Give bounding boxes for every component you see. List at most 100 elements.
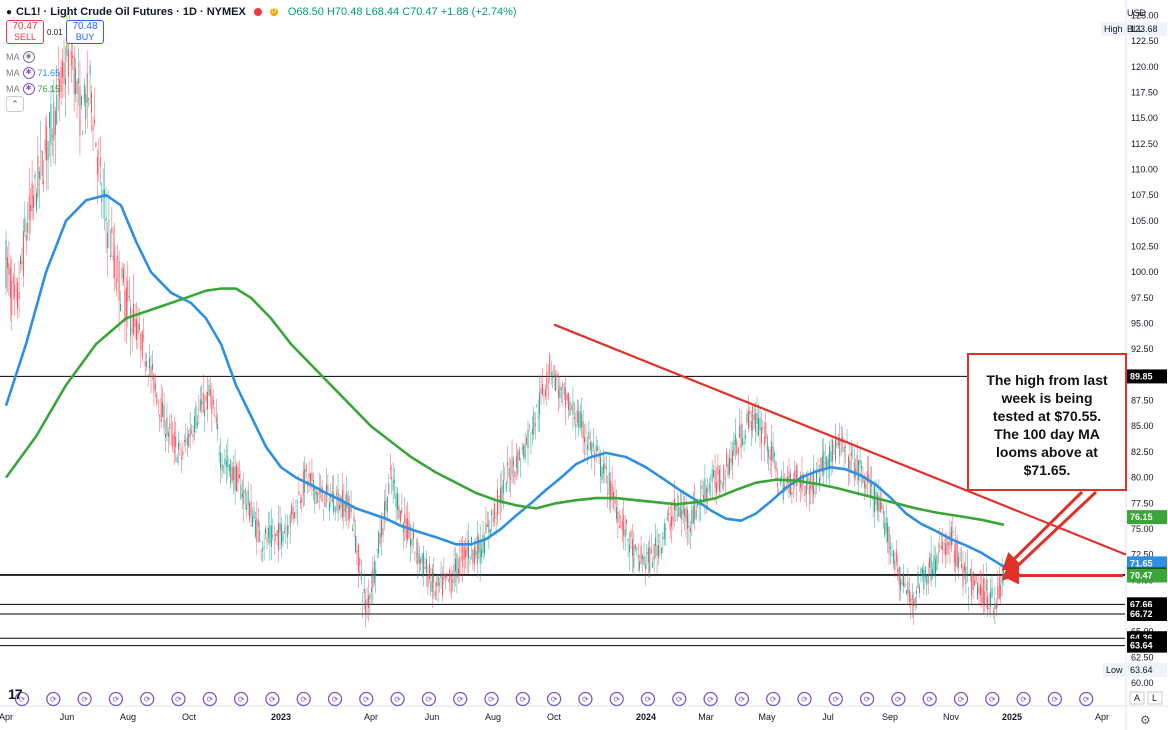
sell-button[interactable]: 70.47 SELL	[6, 20, 44, 44]
candle-body	[147, 375, 149, 376]
settings-icon[interactable]: ✱	[22, 67, 35, 79]
candle-body	[157, 402, 159, 404]
gear-icon[interactable]: ⚙	[1140, 713, 1151, 727]
candle-body	[510, 477, 512, 480]
candle-body	[708, 484, 710, 490]
candle-body	[972, 572, 974, 591]
candle-body	[17, 282, 19, 309]
candle-body	[368, 595, 369, 608]
candle-body	[418, 553, 420, 564]
candle-body	[207, 391, 208, 410]
price-axis-label: 71.65	[1130, 558, 1153, 568]
candle-body	[808, 486, 810, 494]
candle-body	[250, 501, 252, 517]
candle-body	[51, 134, 53, 138]
candle-body	[291, 505, 293, 516]
candle-body	[836, 443, 838, 445]
settings-icon[interactable]: ✱	[22, 83, 35, 95]
candle-body	[5, 239, 7, 289]
candle-body	[356, 550, 358, 553]
candle-body	[410, 538, 411, 547]
candle-body	[759, 418, 761, 431]
candle-body	[858, 460, 860, 481]
candle-body	[384, 501, 385, 518]
candle-body	[755, 412, 757, 433]
candle-body	[137, 322, 139, 335]
candle-body	[897, 568, 899, 577]
currency-selector[interactable]: USD	[1127, 8, 1146, 18]
candle-body	[156, 393, 158, 405]
candle-body	[469, 557, 471, 559]
candle-body	[323, 509, 324, 511]
candle-body	[146, 361, 148, 368]
symbol-title[interactable]: CL1! · Light Crude Oil Futures · 1D · NY…	[16, 6, 246, 18]
candle-body	[795, 465, 797, 487]
candle-body	[555, 375, 556, 392]
candle-body	[302, 471, 304, 496]
candle-body	[239, 474, 240, 479]
candle-body	[949, 532, 951, 549]
indicator-ma-2[interactable]: MA ✱ 71.65	[6, 67, 60, 79]
candle-body	[631, 539, 633, 556]
candle-body	[508, 467, 510, 478]
candle-body	[314, 487, 316, 505]
tradingview-logo[interactable]: 17	[8, 686, 23, 702]
candle-body	[766, 436, 768, 452]
candle-body	[666, 517, 668, 521]
candle-body	[691, 509, 693, 524]
candle-body	[914, 597, 916, 606]
candle-body	[942, 541, 944, 551]
candle-body	[589, 442, 591, 450]
ma100-line	[4, 193, 1005, 568]
collapse-legend-button[interactable]: ⌃	[6, 96, 24, 112]
candle-body	[428, 563, 430, 579]
candle-body	[740, 423, 742, 449]
candle-body	[95, 142, 97, 148]
candle-body	[775, 461, 777, 472]
candle-body	[365, 601, 367, 614]
candle-body	[28, 196, 30, 221]
event-glyph: ⟳	[457, 695, 464, 704]
candle-body	[47, 141, 49, 161]
candle-body	[916, 590, 918, 594]
candle-body	[881, 502, 883, 510]
candle-body	[392, 479, 394, 491]
candle-body	[347, 495, 349, 520]
candle-body	[263, 546, 265, 548]
candle-body	[246, 504, 248, 511]
candle-body	[527, 430, 529, 448]
eye-icon[interactable]: ◉	[22, 51, 35, 63]
buy-button[interactable]: 70.48 BUY	[66, 20, 104, 44]
candle-body	[249, 503, 251, 520]
candle-body	[446, 573, 448, 579]
candle-body	[109, 255, 111, 257]
candle-body	[823, 450, 825, 475]
indicator-ma-1[interactable]: MA ◉	[6, 51, 35, 63]
candle-body	[360, 571, 362, 581]
candle-body	[556, 373, 558, 378]
candle-body	[597, 447, 599, 450]
candle-body	[473, 546, 475, 565]
candle-body	[231, 467, 233, 481]
candle-body	[115, 278, 117, 290]
candle-body	[218, 453, 220, 455]
candle-body	[978, 587, 980, 594]
candle-body	[894, 560, 896, 570]
y-tick-label: 100.00	[1131, 267, 1159, 277]
candle-body	[308, 473, 310, 478]
indicator-ma-3[interactable]: MA ✱ 76.15	[6, 83, 60, 95]
x-tick-label: 2024	[636, 712, 656, 722]
candle-body	[472, 549, 474, 563]
candle-body	[149, 357, 150, 369]
candle-body	[150, 366, 152, 376]
event-glyph: ⟳	[332, 695, 339, 704]
x-tick-label: Nov	[943, 712, 960, 722]
unit-selector[interactable]: BLL	[1127, 24, 1143, 34]
candle-body	[439, 583, 440, 585]
candle-body	[27, 222, 29, 233]
annotation-line: looms above at	[996, 444, 1098, 460]
candle-body	[553, 365, 555, 376]
candle-body	[888, 526, 890, 555]
candle-body	[536, 404, 538, 406]
candle-body	[776, 483, 778, 487]
